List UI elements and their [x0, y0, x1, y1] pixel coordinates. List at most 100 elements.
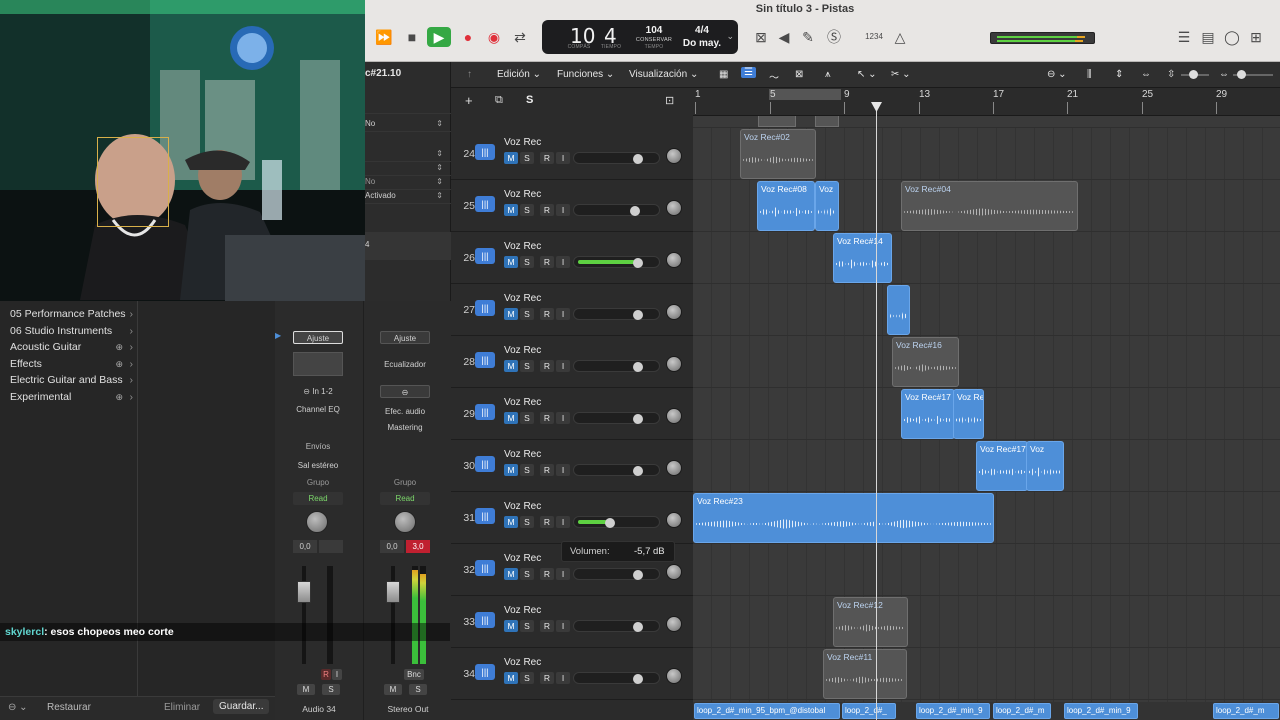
input-monitor-button[interactable]: I: [556, 516, 570, 528]
setting-button[interactable]: Ajuste: [380, 331, 430, 344]
mute-button[interactable]: M: [504, 152, 518, 164]
track-header[interactable]: 31 ||| Voz Rec M S R I: [451, 492, 693, 544]
record-enable-button[interactable]: R: [540, 204, 554, 216]
list-view-icon[interactable]: ☰: [741, 67, 756, 78]
library-item[interactable]: Experimental ⊕ ›: [0, 389, 137, 406]
audio-region[interactable]: Voz Rec#04: [901, 181, 1078, 231]
pan-knob[interactable]: [666, 564, 682, 580]
record-enable-button[interactable]: R: [540, 412, 554, 424]
input-monitor-button[interactable]: I: [556, 308, 570, 320]
solo-button[interactable]: S: [520, 152, 534, 164]
audio-region[interactable]: Voz Rec#12: [833, 597, 908, 647]
volume-slider[interactable]: [573, 464, 660, 476]
track-name[interactable]: Voz Rec: [504, 449, 541, 460]
pan-knob[interactable]: [666, 148, 682, 164]
vertical-zoom-icon[interactable]: ⇳: [1167, 69, 1175, 80]
tuner-icon[interactable]: ⊠: [750, 27, 772, 47]
track-lane[interactable]: [693, 336, 1280, 388]
mute-button[interactable]: M: [504, 360, 518, 372]
track-lane[interactable]: [693, 284, 1280, 336]
track-header[interactable]: 30 ||| Voz Rec M S R I: [451, 440, 693, 492]
notepad-icon[interactable]: ▤: [1197, 27, 1219, 47]
volume-knob[interactable]: [633, 258, 643, 268]
automation-mode[interactable]: Read: [293, 492, 343, 505]
track-name[interactable]: Voz Rec: [504, 501, 541, 512]
list-editors-icon[interactable]: ☰: [1173, 27, 1195, 47]
record-enable-button[interactable]: R: [540, 152, 554, 164]
horizontal-fit-icon[interactable]: ⇔: [1141, 69, 1151, 80]
link-slot[interactable]: ⊖: [380, 385, 430, 398]
stop-button[interactable]: ■: [401, 27, 423, 47]
mute-button[interactable]: M: [504, 308, 518, 320]
back-icon[interactable]: ↑: [467, 69, 472, 80]
volume-knob[interactable]: [630, 206, 640, 216]
volume-slider[interactable]: [573, 620, 660, 632]
automation-mode[interactable]: Read: [380, 492, 430, 505]
library-item[interactable]: Effects ⊕ ›: [0, 356, 137, 373]
record-enable-button[interactable]: R: [540, 464, 554, 476]
eq-slot[interactable]: Ecualizador: [380, 358, 430, 371]
zoom-menu-icon[interactable]: ⊖ ⌄: [1047, 69, 1067, 80]
download-icon[interactable]: ⊕: [115, 339, 123, 356]
menu-funciones[interactable]: Funciones ⌄: [557, 69, 614, 80]
library-item[interactable]: Acoustic Guitar ⊕ ›: [0, 339, 137, 356]
channel-eq-slot[interactable]: Channel EQ: [293, 403, 343, 416]
solo-button[interactable]: S: [520, 672, 534, 684]
audio-region[interactable]: Voz Rec#08: [757, 181, 815, 231]
mute-button[interactable]: M: [504, 412, 518, 424]
input-monitor-button[interactable]: I: [556, 568, 570, 580]
solo-button[interactable]: S: [409, 684, 427, 695]
track-lane[interactable]: [693, 388, 1280, 440]
horizontal-zoom-slider[interactable]: [1233, 70, 1273, 79]
catch-playhead-icon[interactable]: ⊡: [665, 94, 674, 107]
count-in-button[interactable]: 1234: [861, 27, 887, 47]
solo-button[interactable]: S: [520, 256, 534, 268]
solo-button[interactable]: S: [520, 308, 534, 320]
track-header[interactable]: 27 ||| Voz Rec M S R I: [451, 284, 693, 336]
arrange-area[interactable]: Voz Rec#02 Voz Rec#08 Voz Voz Rec#04 Voz Rec…: [693, 116, 1280, 720]
volume-knob[interactable]: [633, 622, 643, 632]
pan-knob[interactable]: [666, 668, 682, 684]
marquee-tool-icon[interactable]: ✂ ⌄: [891, 69, 911, 80]
track-header[interactable]: 26 ||| Voz Rec M S R I: [451, 232, 693, 284]
mute-button[interactable]: M: [504, 568, 518, 580]
menu-visualizacion[interactable]: Visualización ⌄: [629, 69, 698, 80]
forward-button[interactable]: ⏩: [373, 27, 395, 47]
record-button[interactable]: ●: [457, 27, 479, 47]
track-name[interactable]: Voz Rec: [504, 189, 541, 200]
solo-button[interactable]: S: [520, 412, 534, 424]
record-enable-button[interactable]: R: [540, 516, 554, 528]
eq-thumbnail[interactable]: [293, 352, 343, 376]
solo-button[interactable]: S: [322, 684, 340, 695]
pan-knob[interactable]: [666, 356, 682, 372]
input-monitor-button[interactable]: I: [556, 412, 570, 424]
volume-slider[interactable]: [573, 360, 660, 372]
library-browser-icon[interactable]: ⊞: [1245, 27, 1267, 47]
volume-knob[interactable]: [633, 466, 643, 476]
lcd-display[interactable]: 10 4 COMPÁS TIEMPO 104 CONSERVAR TEMPO 4…: [542, 20, 738, 54]
volume-slider[interactable]: [573, 152, 660, 164]
input-monitor-button[interactable]: I: [556, 620, 570, 632]
capture-record-button[interactable]: ◉: [483, 27, 505, 47]
volume-slider[interactable]: [573, 412, 660, 424]
audio-region[interactable]: Voz Rec#17.: [976, 441, 1028, 491]
audio-region[interactable]: Voz Rec#17: [901, 389, 955, 439]
volume-slider[interactable]: [573, 308, 660, 320]
record-enable-button[interactable]: R: [540, 308, 554, 320]
setting-button[interactable]: Ajuste: [293, 331, 343, 344]
pointer-tool-icon[interactable]: ↖ ⌄: [857, 69, 877, 80]
audio-region[interactable]: [887, 285, 910, 335]
inspector-row-1[interactable]: No ⇕: [365, 116, 451, 132]
track-lane[interactable]: [693, 544, 1280, 596]
restore-button[interactable]: Restaurar: [47, 702, 91, 713]
input-monitor-button[interactable]: I: [332, 669, 342, 680]
mute-button[interactable]: M: [384, 684, 402, 695]
volume-knob[interactable]: [633, 570, 643, 580]
cycle-button[interactable]: ⇄: [509, 27, 531, 47]
group-slot[interactable]: Grupo: [293, 476, 343, 489]
group-slot[interactable]: Grupo: [380, 476, 430, 489]
track-lane[interactable]: [693, 232, 1280, 284]
bounce-button[interactable]: Bnc: [404, 669, 424, 680]
track-name[interactable]: Voz Rec: [504, 137, 541, 148]
volume-knob[interactable]: [605, 518, 615, 528]
